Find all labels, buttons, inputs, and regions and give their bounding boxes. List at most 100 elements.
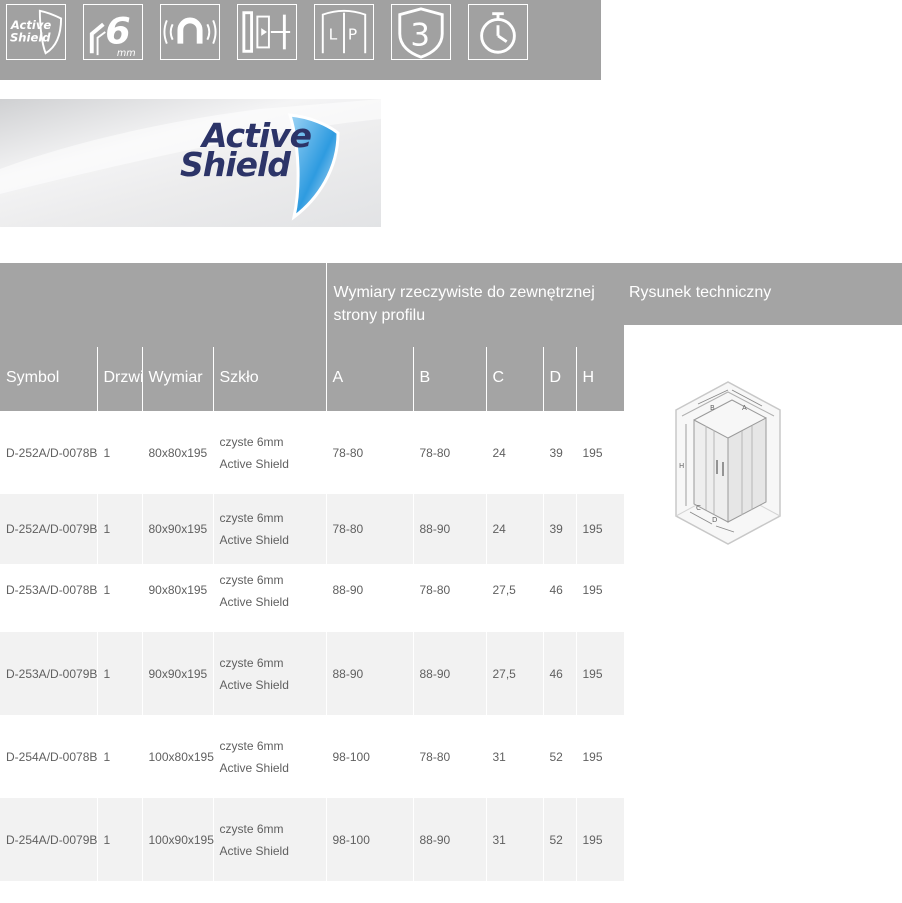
cell-c: 24 bbox=[485, 494, 543, 564]
cell-door: 1 bbox=[96, 798, 142, 881]
timer-icon bbox=[468, 4, 528, 60]
banner-title-shield: Shield bbox=[180, 145, 291, 184]
cell-d: 39 bbox=[542, 411, 576, 494]
svg-text:L: L bbox=[329, 26, 338, 44]
glass-6mm-icon: 6 mm bbox=[83, 4, 143, 60]
cell-door: 1 bbox=[96, 494, 142, 564]
label-h: H bbox=[679, 462, 684, 470]
cell-c: 27,5 bbox=[485, 564, 543, 632]
cell-b: 88-90 bbox=[412, 494, 486, 564]
cell-glass: czyste 6mm Active Shield bbox=[212, 411, 326, 494]
technical-drawing-header: Rysunek techniczny bbox=[624, 263, 902, 325]
cell-d: 52 bbox=[542, 715, 576, 798]
header-d: D bbox=[542, 347, 576, 411]
label-d: D bbox=[712, 516, 717, 524]
cell-c: 31 bbox=[485, 798, 543, 881]
cell-b: 88-90 bbox=[412, 632, 486, 715]
left-right-icon: L P bbox=[314, 4, 374, 60]
cell-size: 90x90x195 bbox=[141, 632, 213, 715]
cell-b: 78-80 bbox=[412, 411, 486, 494]
cell-door: 1 bbox=[96, 411, 142, 494]
cell-glass: czyste 6mm Active Shield bbox=[212, 564, 326, 632]
cell-glass-coating: Active Shield bbox=[219, 456, 289, 471]
cell-symbol: D-253A/D-0079B bbox=[0, 632, 97, 715]
cell-d: 46 bbox=[542, 632, 576, 715]
label-c: C bbox=[696, 504, 701, 512]
svg-text:P: P bbox=[348, 26, 357, 44]
table-row: D-254A/D-0079B 1 100x90x195 czyste 6mm Ac… bbox=[0, 798, 625, 881]
cell-a: 98-100 bbox=[325, 715, 413, 798]
cell-glass-type: czyste 6mm bbox=[219, 821, 284, 836]
table-row: D-253A/D-0078B 1 90x80x195 czyste 6mm Act… bbox=[0, 564, 625, 632]
header-a: A bbox=[325, 347, 413, 411]
cell-glass-type: czyste 6mm bbox=[219, 511, 284, 525]
cell-b: 78-80 bbox=[412, 564, 486, 632]
header-blank bbox=[0, 263, 326, 347]
header-b: B bbox=[412, 347, 486, 411]
table-row: D-254A/D-0078B 1 100x80x195 czyste 6mm Ac… bbox=[0, 715, 625, 798]
cell-glass-type: czyste 6mm bbox=[219, 655, 284, 670]
header-c: C bbox=[485, 347, 543, 411]
cell-symbol: D-253A/D-0078B bbox=[0, 564, 97, 632]
cell-glass: czyste 6mm Active Shield bbox=[212, 494, 326, 564]
active-shield-banner: Active Shield bbox=[0, 99, 381, 227]
cell-c: 31 bbox=[485, 715, 543, 798]
cell-glass: czyste 6mm Active Shield bbox=[212, 798, 326, 881]
svg-text:mm: mm bbox=[117, 48, 136, 59]
cell-symbol: D-254A/D-0079B bbox=[0, 798, 97, 881]
label-b: B bbox=[710, 404, 715, 412]
cell-size: 90x80x195 bbox=[141, 564, 213, 632]
cell-symbol: D-252A/D-0079B bbox=[0, 494, 97, 564]
table-row: D-252A/D-0079B 1 80x90x195 czyste 6mm Act… bbox=[0, 494, 625, 564]
magnet-icon bbox=[160, 4, 220, 60]
active-shield-icon: Active Shield bbox=[6, 4, 66, 60]
cell-h: 195 bbox=[575, 715, 625, 798]
svg-text:6: 6 bbox=[105, 10, 130, 53]
cell-h: 195 bbox=[575, 798, 625, 881]
label-a: A bbox=[742, 404, 747, 412]
cell-size: 80x90x195 bbox=[141, 494, 213, 564]
cell-symbol: D-252A/D-0078B bbox=[0, 411, 97, 494]
cell-door: 1 bbox=[96, 632, 142, 715]
cell-door: 1 bbox=[96, 564, 142, 632]
table-row: D-253A/D-0079B 1 90x90x195 czyste 6mm Act… bbox=[0, 632, 625, 715]
header-glass: Szkło bbox=[212, 347, 326, 411]
cell-a: 88-90 bbox=[325, 632, 413, 715]
header-h: H bbox=[575, 347, 625, 411]
cell-size: 100x80x195 bbox=[141, 715, 214, 798]
cell-door: 1 bbox=[96, 715, 142, 798]
cell-a: 98-100 bbox=[325, 798, 413, 881]
cell-glass-coating: Active Shield bbox=[219, 533, 289, 547]
adjustment-profile-icon bbox=[237, 4, 297, 60]
cell-glass: czyste 6mm Active Shield bbox=[212, 632, 326, 715]
cell-glass-type: czyste 6mm bbox=[219, 573, 284, 587]
header-door: Drzwi bbox=[96, 347, 144, 411]
cell-h: 195 bbox=[575, 632, 625, 715]
cell-h: 195 bbox=[575, 494, 625, 564]
cell-glass-coating: Active Shield bbox=[219, 843, 289, 858]
group-header: Wymiary rzeczywiste do zewnętrznej stron… bbox=[325, 263, 625, 347]
cell-d: 52 bbox=[542, 798, 576, 881]
cell-h: 195 bbox=[575, 411, 625, 494]
warranty-3-icon: 3 bbox=[391, 4, 451, 60]
cell-size: 80x80x195 bbox=[141, 411, 213, 494]
cell-a: 88-90 bbox=[325, 564, 413, 632]
cell-d: 39 bbox=[542, 494, 576, 564]
cell-glass-type: czyste 6mm bbox=[219, 738, 284, 753]
cell-glass: czyste 6mm Active Shield bbox=[212, 715, 326, 798]
cell-b: 78-80 bbox=[412, 715, 486, 798]
cell-b: 88-90 bbox=[412, 798, 486, 881]
cell-c: 27,5 bbox=[485, 632, 543, 715]
cell-c: 24 bbox=[485, 411, 543, 494]
header-size: Wymiar bbox=[141, 347, 213, 411]
header-symbol: Symbol bbox=[0, 347, 97, 411]
cell-glass-coating: Active Shield bbox=[219, 760, 289, 775]
cell-glass-coating: Active Shield bbox=[219, 677, 289, 692]
cell-size: 100x90x195 bbox=[141, 798, 214, 881]
table-row: D-252A/D-0078B 1 80x80x195 czyste 6mm Act… bbox=[0, 411, 625, 494]
svg-text:Shield: Shield bbox=[10, 31, 51, 45]
cell-h: 195 bbox=[575, 564, 625, 632]
feature-icon-strip: Active Shield 6 mm L P 3 bbox=[0, 0, 601, 80]
cell-a: 78-80 bbox=[325, 494, 413, 564]
spec-table: Wymiary rzeczywiste do zewnętrznej stron… bbox=[0, 263, 625, 881]
